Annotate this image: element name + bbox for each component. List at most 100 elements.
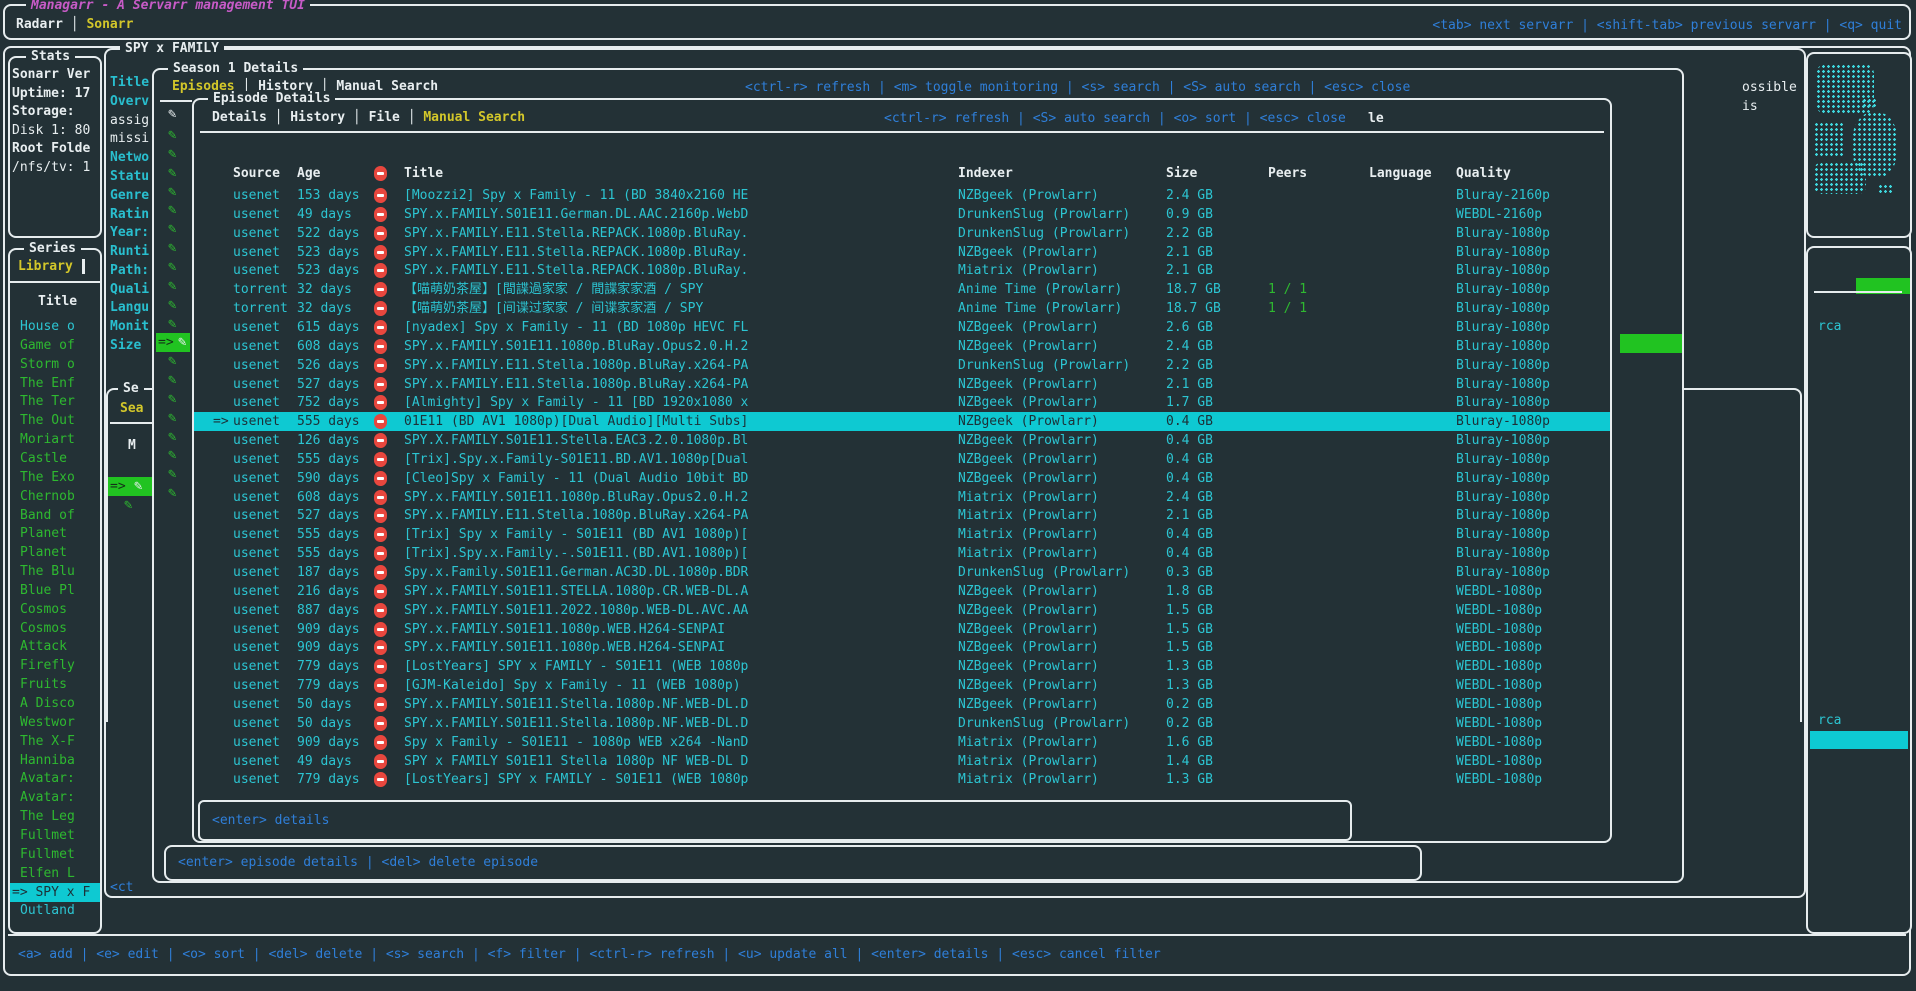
table-row[interactable]: usenet615 days[nyadex] Spy x Family - 11…	[194, 318, 1610, 337]
table-row[interactable]: usenet153 days[Moozzi2] Spy x Family - 1…	[194, 186, 1610, 205]
table-row[interactable]: usenet523 daysSPY.x.FAMILY.E11.Stella.RE…	[194, 243, 1610, 262]
series-item[interactable]: Avatar:	[20, 770, 75, 787]
series-item[interactable]: Planet	[20, 525, 67, 542]
series-item[interactable]: The Leg	[20, 808, 75, 825]
column-header-age[interactable]: Age	[297, 164, 320, 183]
column-header-size[interactable]: Size	[1166, 164, 1197, 183]
table-row[interactable]: usenet187 daysSpy.x.Family.S01E11.German…	[194, 563, 1610, 582]
table-row[interactable]: usenet527 daysSPY.x.FAMILY.E11.Stella.10…	[194, 375, 1610, 394]
table-row[interactable]: usenet49 daysSPY x FAMILY S01E11 Stella …	[194, 752, 1610, 771]
series-item[interactable]: Attack	[20, 638, 67, 655]
stats-line: Sonarr Ver	[12, 66, 90, 83]
table-row[interactable]: usenet779 days[LostYears] SPY x FAMILY -…	[194, 770, 1610, 789]
series-item[interactable]: Castle	[20, 450, 67, 467]
series-item[interactable]: The Exo	[20, 469, 75, 486]
column-header-language[interactable]: Language	[1369, 164, 1432, 183]
series-item[interactable]: The Out	[20, 412, 75, 429]
series-details-keybind-fragment: <ct	[110, 879, 133, 896]
cell-source: usenet	[233, 695, 280, 714]
cell-age: 779 days	[297, 770, 360, 789]
tab-radarr[interactable]: Radarr	[16, 17, 63, 32]
modal-tab-manual-search[interactable]: Manual Search	[423, 110, 525, 125]
pencil-icon: ✎	[168, 259, 176, 276]
table-row[interactable]: usenet50 daysSPY.x.FAMILY.S01E11.Stella.…	[194, 714, 1610, 733]
table-row[interactable]: usenet49 daysSPY.x.FAMILY.S01E11.German.…	[194, 205, 1610, 224]
table-row[interactable]: usenet779 days[LostYears] SPY x FAMILY -…	[194, 657, 1610, 676]
table-row[interactable]: usenet523 daysSPY.x.FAMILY.E11.Stella.RE…	[194, 261, 1610, 280]
series-details-title: SPY x FAMILY	[120, 41, 224, 57]
modal-tab-file[interactable]: File	[369, 110, 400, 125]
series-item[interactable]: A Disco	[20, 695, 75, 712]
series-item[interactable]: Band of	[20, 507, 75, 524]
tab-sonarr[interactable]: Sonarr	[86, 17, 133, 32]
modal-tab-history[interactable]: History	[290, 110, 345, 125]
series-item[interactable]: The X-F	[20, 733, 75, 750]
table-row[interactable]: usenet779 days[GJM-Kaleido] Spy x Family…	[194, 676, 1610, 695]
pencil-icon: ✎	[168, 447, 176, 464]
series-item[interactable]: Firefly	[20, 657, 75, 674]
series-item[interactable]: The Ter	[20, 393, 75, 410]
table-row[interactable]: torrent32 days【喵萌奶茶屋】[间谍过家家 / 间谍家家酒 / SP…	[194, 299, 1610, 318]
table-row[interactable]: usenet887 daysSPY.x.FAMILY.S01E11.2022.1…	[194, 601, 1610, 620]
series-item[interactable]: Hanniba	[20, 752, 75, 769]
table-row[interactable]: usenet526 daysSPY.x.FAMILY.E11.Stella.10…	[194, 356, 1610, 375]
tab-library[interactable]: Library	[18, 258, 73, 275]
series-item[interactable]: Avatar:	[20, 789, 75, 806]
table-row[interactable]: usenet909 daysSPY.x.FAMILY.S01E11.1080p.…	[194, 638, 1610, 657]
table-row[interactable]: =>usenet555 days01E11 (BD AV1 1080p)[Dua…	[194, 412, 1610, 431]
table-row[interactable]: usenet752 days[Almighty] Spy x Family - …	[194, 393, 1610, 412]
series-item[interactable]: Game of	[20, 337, 75, 354]
table-row[interactable]: usenet555 days[Trix] Spy x Family - S01E…	[194, 525, 1610, 544]
no-entry-icon	[374, 395, 387, 410]
series-field-label: assig	[110, 112, 149, 129]
column-header-quality[interactable]: Quality	[1456, 164, 1511, 183]
series-item[interactable]: Chernob	[20, 488, 75, 505]
table-row[interactable]: usenet216 daysSPY.x.FAMILY.S01E11.STELLA…	[194, 582, 1610, 601]
table-row[interactable]: usenet909 daysSPY.x.FAMILY.S01E11.1080p.…	[194, 620, 1610, 639]
series-item[interactable]: Cosmos	[20, 620, 67, 637]
table-row[interactable]: usenet126 daysSPY.X.FAMILY.S01E11.Stella…	[194, 431, 1610, 450]
series-item[interactable]: Blue Pl	[20, 582, 75, 599]
table-row[interactable]: usenet590 days[Cleo]Spy x Family - 11 (D…	[194, 469, 1610, 488]
series-item[interactable]: Cosmos	[20, 601, 67, 618]
series-item[interactable]: Fullmet	[20, 827, 75, 844]
table-row[interactable]: torrent32 days【喵萌奶茶屋】[間諜過家家 / 間諜家家酒 / SP…	[194, 280, 1610, 299]
series-item[interactable]: The Enf	[20, 375, 75, 392]
series-item-selected[interactable]: => SPY x F	[10, 883, 100, 902]
table-row[interactable]: usenet608 daysSPY.x.FAMILY.S01E11.1080p.…	[194, 488, 1610, 507]
series-item[interactable]: Outland	[20, 902, 75, 919]
series-item[interactable]: House o	[20, 318, 75, 335]
series-field-label: Ratin	[110, 206, 149, 223]
table-row[interactable]: usenet555 days[Trix].Spy.x.Family-S01E11…	[194, 450, 1610, 469]
pencil-icon: ✎	[168, 353, 176, 370]
table-row[interactable]: usenet527 daysSPY.x.FAMILY.E11.Stella.10…	[194, 506, 1610, 525]
episode-details-tabs: Details │ History │ File │ Manual Search	[212, 110, 525, 125]
search-window-selected-row[interactable]: => ✎	[108, 477, 152, 496]
column-header-peers[interactable]: Peers	[1268, 164, 1307, 183]
table-row[interactable]: usenet909 daysSpy x Family - S01E11 - 10…	[194, 733, 1610, 752]
column-header-indexer[interactable]: Indexer	[958, 164, 1013, 183]
series-item[interactable]: Planet	[20, 544, 67, 561]
tab-separator: │	[267, 110, 290, 125]
cell-quality: Bluray-1080p	[1456, 525, 1550, 544]
selected-episode-row[interactable]: =>✎	[156, 333, 190, 352]
text-cursor	[82, 259, 85, 274]
column-header-source[interactable]: Source	[233, 164, 280, 183]
table-row[interactable]: usenet522 daysSPY.x.FAMILY.E11.Stella.RE…	[194, 224, 1610, 243]
cell-title: SPY.x.FAMILY.E11.Stella.1080p.BluRay.x26…	[404, 375, 748, 394]
series-item[interactable]: Fullmet	[20, 846, 75, 863]
series-item[interactable]: Fruits	[20, 676, 67, 693]
table-row[interactable]: usenet608 daysSPY.x.FAMILY.S01E11.1080p.…	[194, 337, 1610, 356]
season-tab-manual-search[interactable]: Manual Search	[336, 79, 438, 94]
column-header-title[interactable]: Title	[404, 164, 443, 183]
series-item[interactable]: The Blu	[20, 563, 75, 580]
series-item[interactable]: Westwor	[20, 714, 75, 731]
table-row[interactable]: usenet50 daysSPY.x.FAMILY.S01E11.Stella.…	[194, 695, 1610, 714]
series-item[interactable]: Storm o	[20, 356, 75, 373]
series-item[interactable]: Elfen L	[20, 865, 75, 882]
modal-tab-details[interactable]: Details	[212, 110, 267, 125]
table-row[interactable]: usenet555 days[Trix].Spy.x.Family.-.S01E…	[194, 544, 1610, 563]
cell-indexer: DrunkenSlug (Prowlarr)	[958, 563, 1130, 582]
cell-indexer: NZBgeek (Prowlarr)	[958, 450, 1099, 469]
series-item[interactable]: Moriart	[20, 431, 75, 448]
